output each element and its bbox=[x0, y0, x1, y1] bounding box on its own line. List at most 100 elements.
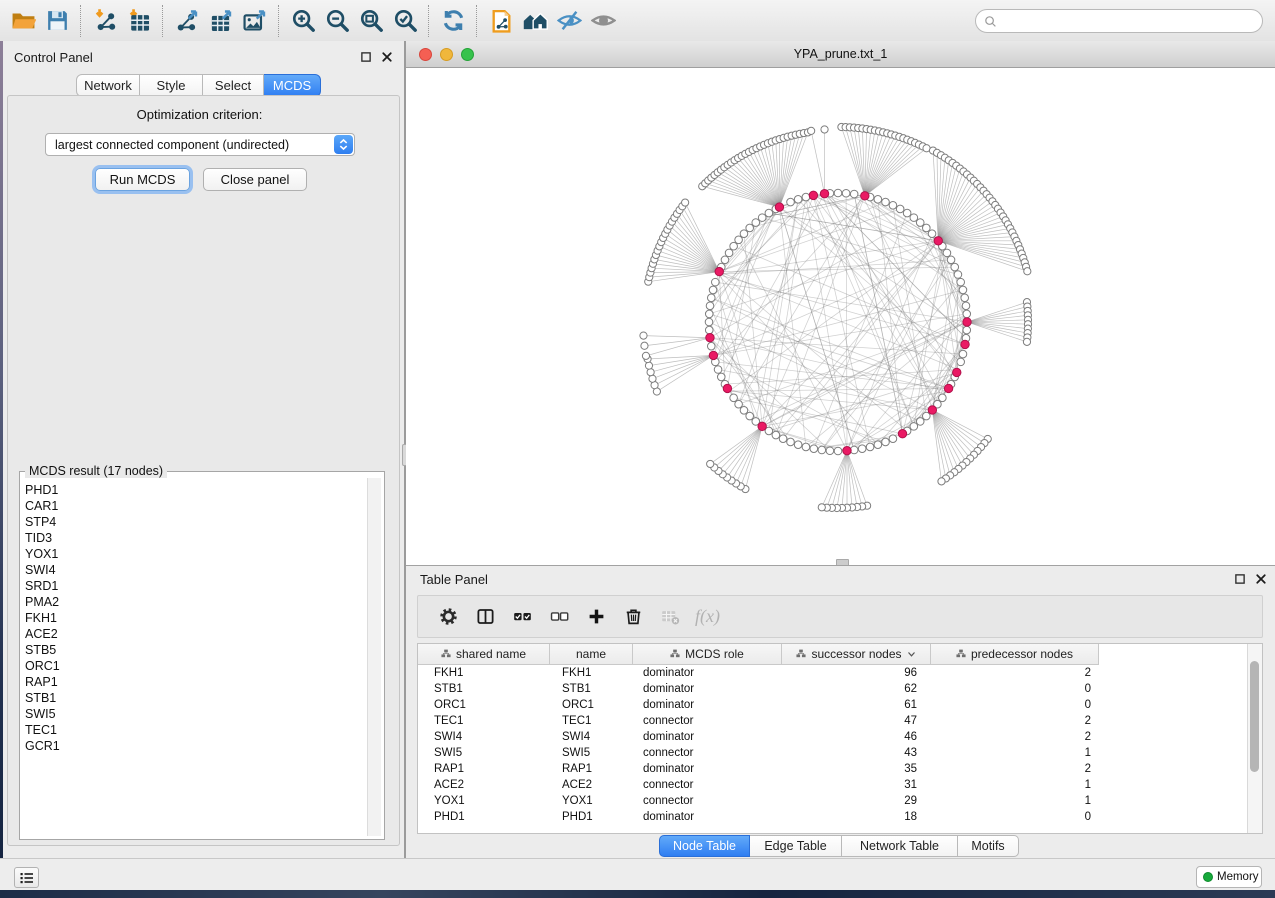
network-node[interactable] bbox=[787, 438, 795, 446]
network-node[interactable] bbox=[765, 209, 773, 217]
import-network-icon[interactable] bbox=[88, 5, 122, 37]
network-node[interactable] bbox=[957, 358, 965, 366]
network-node[interactable] bbox=[730, 394, 738, 402]
network-node[interactable] bbox=[834, 447, 842, 455]
network-node[interactable] bbox=[746, 412, 754, 420]
network-node[interactable] bbox=[712, 278, 720, 286]
network-node[interactable] bbox=[939, 394, 947, 402]
network-node[interactable] bbox=[889, 435, 897, 443]
mcds-result-item[interactable]: ACE2 bbox=[21, 626, 367, 642]
network-node[interactable] bbox=[959, 350, 967, 358]
tab-network[interactable]: Network bbox=[76, 74, 140, 97]
network-node[interactable] bbox=[910, 214, 918, 222]
network-node[interactable] bbox=[896, 205, 904, 213]
tab-style[interactable]: Style bbox=[140, 74, 203, 97]
network-node[interactable] bbox=[821, 126, 828, 133]
run-mcds-button[interactable]: Run MCDS bbox=[95, 168, 190, 191]
unselect-all-columns-icon[interactable] bbox=[541, 599, 578, 635]
network-node[interactable] bbox=[640, 332, 647, 339]
mcds-hub-node[interactable] bbox=[861, 192, 869, 200]
network-node[interactable] bbox=[858, 445, 866, 453]
network-node[interactable] bbox=[705, 326, 713, 334]
table-row[interactable]: PHD1PHD1dominator180 bbox=[418, 809, 1238, 825]
mcds-hub-node[interactable] bbox=[715, 267, 723, 275]
import-table-icon[interactable] bbox=[122, 5, 156, 37]
network-node[interactable] bbox=[642, 352, 649, 359]
column-header-name[interactable]: name bbox=[550, 644, 633, 665]
network-node[interactable] bbox=[787, 198, 795, 206]
zoom-fit-icon[interactable] bbox=[354, 5, 388, 37]
export-table-icon[interactable] bbox=[204, 5, 238, 37]
network-node[interactable] bbox=[938, 478, 945, 485]
network-node[interactable] bbox=[882, 198, 890, 206]
network-node[interactable] bbox=[947, 256, 955, 264]
table-scrollbar[interactable] bbox=[1247, 644, 1262, 833]
network-node[interactable] bbox=[641, 342, 648, 349]
mcds-hub-node[interactable] bbox=[723, 384, 731, 392]
tab-edge-table[interactable]: Edge Table bbox=[750, 835, 842, 857]
network-node[interactable] bbox=[705, 318, 713, 326]
network-node[interactable] bbox=[707, 342, 715, 350]
network-node[interactable] bbox=[808, 127, 815, 134]
add-icon[interactable] bbox=[578, 599, 615, 635]
table-row[interactable]: TEC1TEC1connector472 bbox=[418, 713, 1238, 729]
column-header-successor-nodes[interactable]: successor nodes bbox=[782, 644, 931, 665]
network-node[interactable] bbox=[834, 189, 842, 197]
network-node[interactable] bbox=[957, 278, 965, 286]
table-row[interactable]: SWI5SWI5connector431 bbox=[418, 745, 1238, 761]
mcds-result-item[interactable]: YOX1 bbox=[21, 546, 367, 562]
close-table-panel-icon[interactable] bbox=[1253, 571, 1268, 586]
gear-icon[interactable] bbox=[430, 599, 467, 635]
mcds-hub-node[interactable] bbox=[898, 430, 906, 438]
network-node[interactable] bbox=[889, 201, 897, 209]
network-node[interactable] bbox=[954, 271, 962, 279]
table-row[interactable]: STB1STB1dominator620 bbox=[418, 681, 1238, 697]
mcds-hub-node[interactable] bbox=[820, 190, 828, 198]
mcds-hub-node[interactable] bbox=[775, 203, 783, 211]
network-node[interactable] bbox=[818, 446, 826, 454]
hide-details-icon[interactable] bbox=[552, 5, 586, 37]
network-node[interactable] bbox=[882, 438, 890, 446]
task-history-button[interactable] bbox=[14, 867, 39, 888]
table-row[interactable]: YOX1YOX1connector291 bbox=[418, 793, 1238, 809]
mcds-hub-node[interactable] bbox=[953, 368, 961, 376]
mcds-result-item[interactable]: FKH1 bbox=[21, 610, 367, 626]
mcds-hub-node[interactable] bbox=[809, 191, 817, 199]
network-node[interactable] bbox=[752, 219, 760, 227]
network-canvas[interactable] bbox=[406, 68, 1275, 565]
network-node[interactable] bbox=[735, 236, 743, 244]
export-image-icon[interactable] bbox=[238, 5, 272, 37]
mcds-hub-node[interactable] bbox=[963, 318, 971, 326]
network-node[interactable] bbox=[794, 441, 802, 449]
optimization-criterion-select[interactable]: largest connected component (undirected) bbox=[45, 133, 355, 156]
mcds-result-item[interactable]: SWI4 bbox=[21, 562, 367, 578]
network-node[interactable] bbox=[772, 431, 780, 439]
zoom-selected-icon[interactable] bbox=[388, 5, 422, 37]
zoom-in-icon[interactable] bbox=[286, 5, 320, 37]
network-node[interactable] bbox=[746, 224, 754, 232]
float-table-panel-icon[interactable] bbox=[1232, 571, 1247, 586]
mcds-hub-node[interactable] bbox=[928, 406, 936, 414]
network-node[interactable] bbox=[725, 249, 733, 257]
network-node[interactable] bbox=[707, 294, 715, 302]
network-node[interactable] bbox=[810, 445, 818, 453]
network-node[interactable] bbox=[842, 189, 850, 197]
table-row[interactable]: SWI4SWI4dominator462 bbox=[418, 729, 1238, 745]
network-node[interactable] bbox=[706, 302, 714, 310]
mcds-result-item[interactable]: STP4 bbox=[21, 514, 367, 530]
tab-motifs[interactable]: Motifs bbox=[958, 835, 1019, 857]
network-node[interactable] bbox=[928, 230, 936, 238]
network-node[interactable] bbox=[735, 400, 743, 408]
network-node[interactable] bbox=[874, 196, 882, 204]
network-node[interactable] bbox=[730, 242, 738, 250]
table-row[interactable]: FKH1FKH1dominator962 bbox=[418, 665, 1238, 681]
network-node[interactable] bbox=[802, 193, 810, 201]
column-header-shared-name[interactable]: shared name bbox=[418, 644, 550, 665]
zoom-out-icon[interactable] bbox=[320, 5, 354, 37]
network-node[interactable] bbox=[707, 460, 714, 467]
network-node[interactable] bbox=[916, 219, 924, 227]
mcds-result-item[interactable]: SWI5 bbox=[21, 706, 367, 722]
network-node[interactable] bbox=[951, 263, 959, 271]
network-node[interactable] bbox=[794, 196, 802, 204]
network-node[interactable] bbox=[962, 302, 970, 310]
